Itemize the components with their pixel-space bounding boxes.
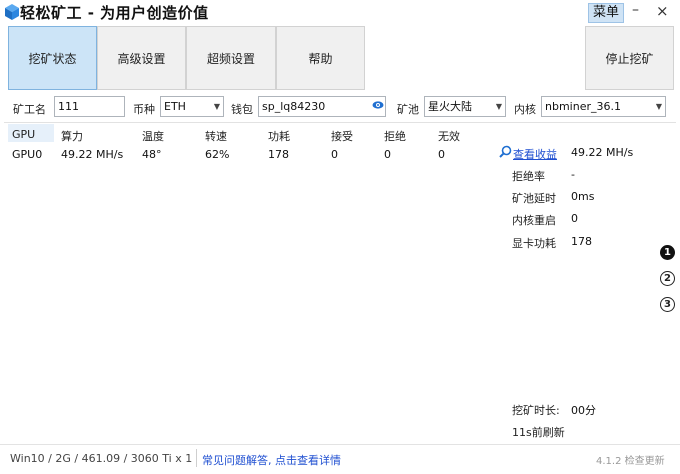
mining-duration-label: 挖矿时长: (512, 404, 560, 417)
pool-select[interactable]: 星火大陆 ▼ (424, 96, 506, 117)
tab-help[interactable]: 帮助 (276, 26, 365, 90)
coin-select[interactable]: ETH ▼ (160, 96, 224, 117)
hashrate-value: 49.22 MH/s (571, 146, 634, 159)
menu-button[interactable]: 菜单 (588, 3, 625, 23)
gpu-power-value: 178 (571, 235, 592, 248)
mining-duration-value: 00分 (571, 404, 596, 417)
kernel-label: 内核 (514, 103, 536, 116)
table-cell: 0 (438, 148, 445, 161)
wallet-label: 钱包 (231, 103, 253, 116)
divider (196, 449, 197, 467)
table-cell: 48° (142, 148, 162, 161)
table-cell: 178 (268, 148, 289, 161)
faq-link[interactable]: 常见问题解答, 点击查看详情 (202, 452, 341, 468)
kernel-select[interactable]: nbminer_36.1 ▼ (541, 96, 666, 117)
minimize-button[interactable]: – (632, 2, 639, 18)
table-cell: 49.22 MH/s (61, 148, 124, 161)
page-1-button[interactable]: 1 (660, 245, 675, 260)
pool-latency-value: 0ms (571, 190, 595, 203)
wallet-input[interactable]: sp_lq84230 (258, 96, 386, 117)
table-cell: 0 (331, 148, 338, 161)
refresh-status: 11s前刷新 (512, 426, 565, 439)
title-bar: 轻松矿工 - 为用户创造价值 菜单 – × (0, 0, 680, 26)
table-header-accepted[interactable]: 接受 (331, 128, 353, 144)
tab-advanced-settings[interactable]: 高级设置 (97, 26, 186, 90)
table-header-temperature[interactable]: 温度 (142, 128, 164, 144)
kernel-select-value: nbminer_36.1 (545, 100, 621, 113)
table-header-gpu[interactable]: GPU (12, 128, 35, 141)
divider (4, 122, 676, 123)
wallet-input-value: sp_lq84230 (262, 100, 326, 113)
chevron-down-icon: ▼ (495, 102, 502, 111)
pool-label: 矿池 (397, 103, 419, 116)
reject-rate-value: - (571, 168, 575, 181)
gpu-power-label: 显卡功耗 (512, 237, 556, 250)
app-title: 轻松矿工 - 为用户创造价值 (20, 4, 209, 22)
version-update-link[interactable]: 4.1.2 检查更新 (596, 452, 665, 467)
chevron-down-icon: ▼ (655, 102, 662, 111)
table-cell: 0 (384, 148, 391, 161)
table-header-power[interactable]: 功耗 (268, 128, 290, 144)
tab-mining-status[interactable]: 挖矿状态 (8, 26, 97, 90)
eye-icon[interactable] (372, 99, 384, 111)
app-logo-icon (5, 4, 19, 20)
search-icon (499, 145, 512, 158)
coin-select-value: ETH (164, 100, 186, 113)
table-header-invalid[interactable]: 无效 (438, 128, 460, 144)
page-2-button[interactable]: 2 (660, 271, 675, 286)
table-cell: GPU0 (12, 148, 43, 161)
pool-select-value: 星火大陆 (428, 100, 472, 113)
view-earnings-link[interactable]: 查看收益 (513, 146, 557, 162)
table-header-fan-speed[interactable]: 转速 (205, 128, 227, 144)
chevron-down-icon: ▼ (213, 102, 220, 111)
kernel-restart-value: 0 (571, 212, 578, 225)
miner-name-label: 矿工名 (13, 103, 46, 116)
tab-overclock-settings[interactable]: 超频设置 (186, 26, 276, 90)
system-info: Win10 / 2G / 461.09 / 3060 Ti x 1 (10, 452, 193, 465)
miner-name-input[interactable]: 111 (54, 96, 125, 117)
table-header-hashrate[interactable]: 算力 (61, 128, 83, 144)
pool-latency-label: 矿池延时 (512, 192, 556, 205)
table-header-rejected[interactable]: 拒绝 (384, 128, 406, 144)
kernel-restart-label: 内核重启 (512, 214, 556, 227)
page-3-button[interactable]: 3 (660, 297, 675, 312)
table-cell: 62% (205, 148, 230, 161)
coin-label: 币种 (133, 103, 155, 116)
reject-rate-label: 拒绝率 (512, 170, 545, 183)
close-button[interactable]: × (656, 2, 669, 20)
stop-mining-button[interactable]: 停止挖矿 (585, 26, 674, 90)
